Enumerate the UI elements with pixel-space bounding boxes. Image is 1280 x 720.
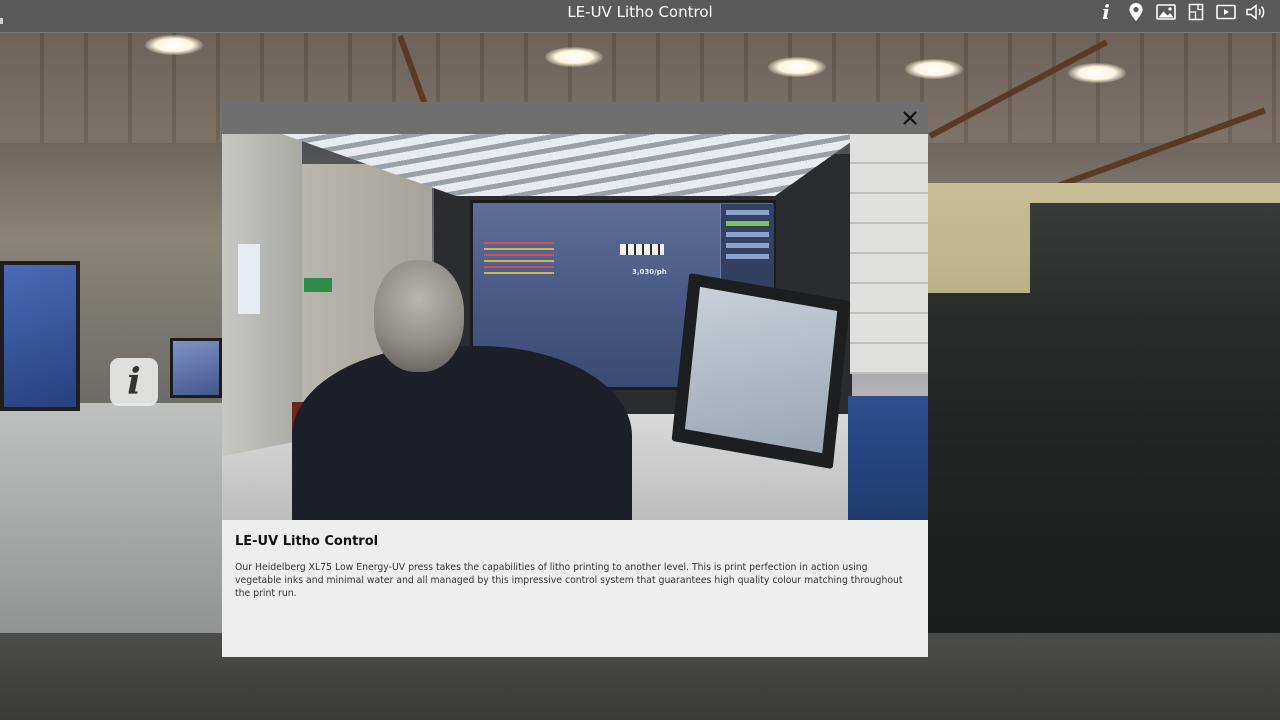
modal-header: [222, 102, 928, 134]
photo-bin: [848, 396, 928, 520]
info-modal: 3,030/ph LE-UV Litho Control Our Heidelb…: [222, 102, 928, 657]
close-icon[interactable]: [898, 106, 922, 130]
modal-caption: LE-UV Litho Control Our Heidelberg XL75 …: [222, 520, 928, 657]
info-hotspot-icon[interactable]: i: [110, 358, 158, 406]
info-icon[interactable]: i: [1094, 0, 1118, 24]
photo-wall: [850, 134, 928, 374]
desk-monitor: [170, 338, 222, 398]
floorplan-icon[interactable]: [1184, 0, 1208, 24]
photo-operator-head: [374, 260, 464, 372]
modal-title: LE-UV Litho Control: [235, 534, 379, 549]
wall-monitor: [0, 261, 80, 411]
gallery-icon[interactable]: [1154, 0, 1178, 24]
toolbar: i: [1094, 0, 1268, 24]
video-icon[interactable]: [1214, 0, 1238, 24]
ceiling-lamp: [145, 35, 203, 55]
sound-icon[interactable]: [1244, 0, 1268, 24]
photo-counter: [620, 244, 664, 255]
photo-screen-menu: [720, 204, 774, 288]
photo-notice: [238, 244, 260, 314]
photo-screen-readout: 3,030/ph: [632, 268, 667, 276]
tour-title: LE-UV Litho Control: [567, 3, 713, 21]
photo-operator: [292, 346, 632, 520]
photo-ink-bars: [484, 242, 554, 276]
photo-touch-monitor: [671, 272, 851, 470]
modal-description: Our Heidelberg XL75 Low Energy-UV press …: [235, 562, 903, 599]
ceiling-lamp: [905, 59, 963, 79]
location-pin-icon[interactable]: [1124, 0, 1148, 24]
top-bar: LE-UV Litho Control i: [0, 0, 1280, 33]
press-control-photo: 3,030/ph: [222, 134, 928, 520]
ceiling-lamp: [1068, 63, 1126, 83]
photo-exit-sign: [304, 278, 332, 292]
ceiling-lamp: [545, 47, 603, 67]
ceiling-lamp: [768, 57, 826, 77]
